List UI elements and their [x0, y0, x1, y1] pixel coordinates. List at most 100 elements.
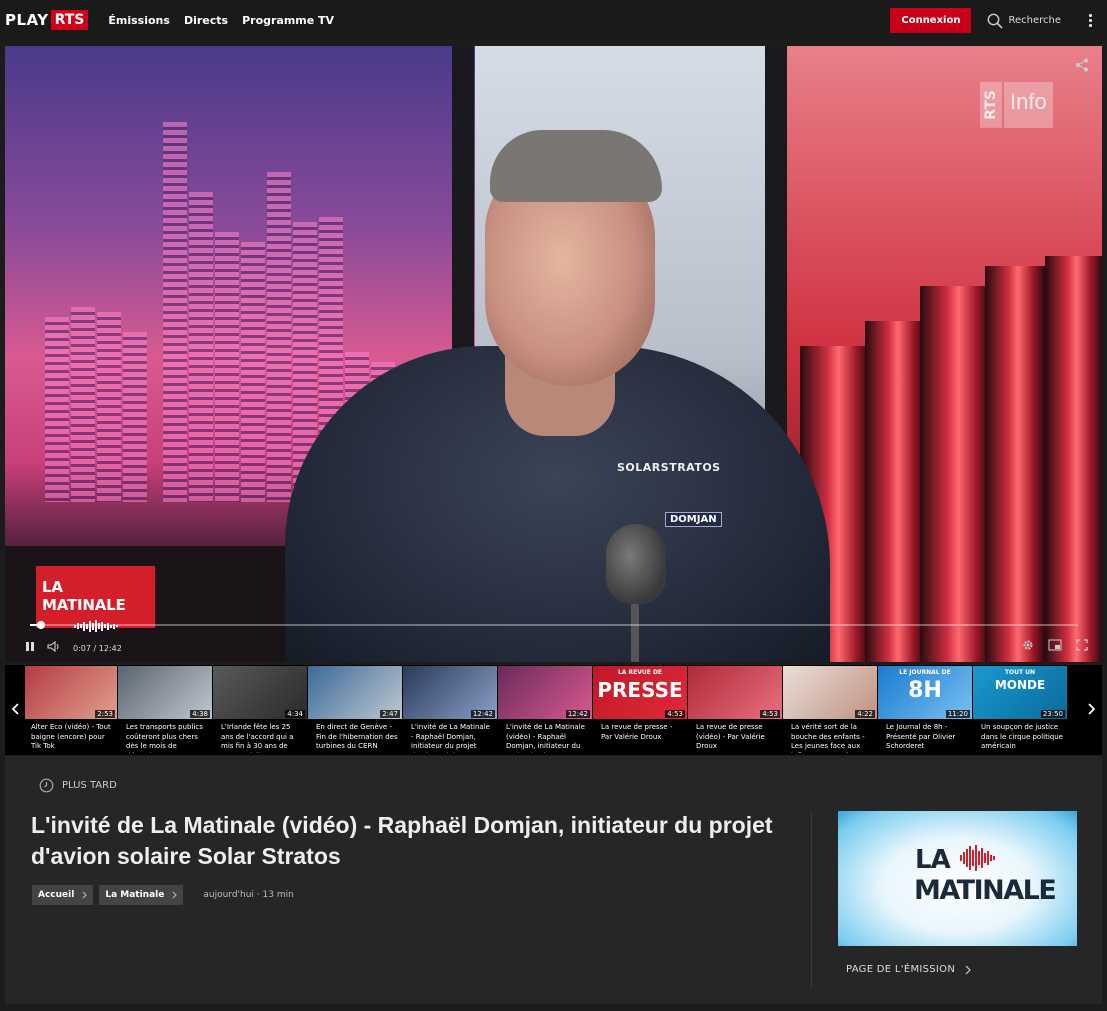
playlist-thumbnail: 4:53 LA REVUE DE PRESSE: [593, 666, 687, 719]
show-artwork[interactable]: LA MATINALE: [838, 811, 1077, 946]
progress-bar[interactable]: [30, 621, 1078, 629]
picture-in-picture-icon[interactable]: [1048, 638, 1062, 656]
watch-later-button[interactable]: PLUS TARD: [39, 778, 117, 793]
duration-badge: 4:34: [285, 710, 305, 718]
duration-badge: 23:50: [1040, 710, 1065, 718]
player-controls: 0:07 / 12:42: [25, 639, 122, 657]
playlist-thumbnail: 12:42: [403, 666, 497, 719]
playlist-caption: Les transports publics coûteront plus ch…: [126, 723, 203, 753]
playlist-thumbnail: 2:47: [308, 666, 402, 719]
chevron-left-icon: [11, 703, 19, 715]
playlist-thumbnail: 4:53: [688, 666, 782, 719]
rts-info-logo: RTS Info: [980, 82, 1053, 128]
thumbnail-title-large: MONDE: [994, 678, 1046, 692]
duration-badge: 4:53: [760, 710, 780, 718]
playlist-thumbnail: 23:50 TOUT UN MONDE: [973, 666, 1067, 719]
more-menu-icon[interactable]: [1089, 13, 1093, 27]
chevron-right-icon: [965, 965, 971, 974]
logo-rts-text: RTS: [50, 10, 89, 30]
playlist-caption: Alter Eco (vidéo) - Tout baigne (encore)…: [31, 723, 111, 750]
duration-badge: 2:47: [380, 710, 400, 718]
player-controls-right: [1022, 638, 1088, 656]
show-page-link[interactable]: PAGE DE L'ÉMISSION: [846, 964, 971, 975]
playlist-thumbnail: 4:22: [783, 666, 877, 719]
jacket-brand-patch: SOLARSTRATOS: [617, 461, 721, 474]
playlist-caption: L'invité de La Matinale (vidéo) - Raphaë…: [506, 723, 585, 753]
waveform-icon: [42, 620, 149, 632]
thumbnail-title-large: 8H: [908, 678, 942, 703]
logo-play-text: PLAY: [5, 11, 49, 29]
thumbnail-title-small: LE JOURNAL DE: [899, 669, 951, 676]
search-label: Recherche: [1008, 14, 1061, 26]
playlist-item[interactable]: 12:42 L'invité de La Matinale (vidéo) - R…: [498, 666, 592, 753]
nav-emissions[interactable]: Émissions: [108, 14, 170, 27]
nav-directs[interactable]: Directs: [184, 14, 228, 27]
playlist-item[interactable]: 2:53 Alter Eco (vidéo) - Tout baigne (enc…: [23, 666, 117, 753]
carousel-prev-button[interactable]: [5, 665, 25, 755]
playlist-thumbnail: 12:42: [498, 666, 592, 719]
playlist-item[interactable]: 12:42 L'invité de La Matinale - Raphaël D…: [403, 666, 497, 753]
episode-title: L'invité de La Matinale (vidéo) - Raphaë…: [31, 812, 773, 869]
playlist-thumbnail: 4:34: [213, 666, 307, 719]
pause-icon[interactable]: [25, 639, 35, 657]
nav-programme-tv[interactable]: Programme TV: [242, 14, 334, 27]
duration-badge: 12:42: [470, 710, 495, 718]
chevron-right-icon: [1088, 703, 1096, 715]
playlist-caption: L'invité de La Matinale - Raphaël Domjan…: [411, 723, 490, 753]
breadcrumb-accueil[interactable]: Accueil: [32, 885, 94, 905]
playlist-carousel: 2:532:53 Alter Eco (vidéo) - Tout baigne …: [5, 665, 1102, 755]
playlist-thumbnail: 4:38: [118, 666, 212, 719]
episode-info: PLUS TARD L'invité de La Matinale (vidéo…: [5, 756, 1102, 1004]
playlist-item[interactable]: 4:22 La vérité sort de la bouche des enfa…: [783, 666, 877, 753]
nav-actions: Connexion Recherche: [890, 0, 1107, 40]
duration-badge: 12:42: [565, 710, 590, 718]
playlist-item[interactable]: 23:50 TOUT UN MONDE Un soupçon de justice d…: [973, 666, 1067, 753]
playlist-thumbnail: 11:20 LE JOURNAL DE 8H: [878, 666, 972, 719]
playlist-caption: La vérité sort de la bouche des enfants …: [791, 723, 865, 753]
login-button[interactable]: Connexion: [890, 7, 972, 33]
playlist-caption: Un soupçon de justice dans le cirque pol…: [981, 723, 1063, 750]
breadcrumb-la-matinale[interactable]: La Matinale: [99, 885, 184, 905]
playlist-item[interactable]: 2:47 En direct de Genève - Fin de l'hiber…: [308, 666, 402, 753]
duration-badge: 2:53: [95, 710, 115, 718]
top-navigation: PLAY RTS Émissions Directs Programme TV …: [0, 0, 1107, 40]
watch-later-label: PLUS TARD: [62, 780, 117, 791]
playlist-caption: Le Journal de 8h - Présenté par Olivier …: [886, 723, 956, 750]
settings-gear-icon[interactable]: [1022, 638, 1034, 656]
video-player[interactable]: SOLARSTRATOS DOMJAN RTS Info LA MATINALE…: [5, 46, 1102, 662]
playlist-thumbnail: 2:53: [23, 666, 117, 719]
breadcrumb: Accueil La Matinale aujourd'hui · 13 min: [32, 885, 294, 905]
share-icon[interactable]: [1075, 58, 1089, 77]
volume-icon[interactable]: [47, 639, 61, 657]
playlist-item[interactable]: 4:53 LA REVUE DE PRESSE La revue de presse …: [593, 666, 687, 753]
main-nav: Émissions Directs Programme TV: [108, 14, 334, 27]
thumbnail-title-small: TOUT UN: [1004, 669, 1036, 676]
playlist-caption: L'Irlande fête les 25 ans de l'accord qu…: [221, 723, 294, 753]
chevron-right-icon: [173, 891, 178, 899]
duration-badge: 4:22: [855, 710, 875, 718]
playlist-caption: La revue de presse (vidéo) - Par Valérie…: [696, 723, 765, 750]
time-display: 0:07 / 12:42: [73, 643, 122, 653]
duration-badge: 4:38: [190, 710, 210, 718]
playlist-item[interactable]: 4:34 L'Irlande fête les 25 ans de l'accor…: [213, 666, 307, 753]
search-button[interactable]: Recherche: [987, 13, 1061, 29]
show-badge: LA MATINALE: [36, 566, 155, 632]
duration-badge: 4:53: [665, 710, 685, 718]
duration-badge: 11:20: [945, 710, 970, 718]
search-icon: [987, 13, 1004, 29]
playlist-caption: La revue de presse - Par Valérie Droux: [601, 723, 673, 741]
playlist-item[interactable]: 4:53 La revue de presse (vidéo) - Par Val…: [688, 666, 782, 753]
episode-meta: aujourd'hui · 13 min: [203, 890, 294, 900]
microphone: [606, 524, 666, 604]
carousel-next-button[interactable]: [1082, 665, 1102, 755]
playlist-item[interactable]: 4:38 Les transports publics coûteront plu…: [118, 666, 212, 753]
thumbnail-title-large: PRESSE: [597, 678, 683, 702]
jacket-name-patch: DOMJAN: [665, 512, 722, 527]
chevron-right-icon: [82, 891, 88, 899]
waveform-icon: [960, 845, 995, 871]
playlist-item[interactable]: 11:20 LE JOURNAL DE 8H Le Journal de 8h - P…: [878, 666, 972, 753]
thumbnail-title-small: LA REVUE DE: [617, 669, 663, 676]
fullscreen-icon[interactable]: [1076, 638, 1088, 656]
clock-icon: [39, 778, 54, 793]
play-rts-logo[interactable]: PLAY RTS: [5, 9, 89, 31]
